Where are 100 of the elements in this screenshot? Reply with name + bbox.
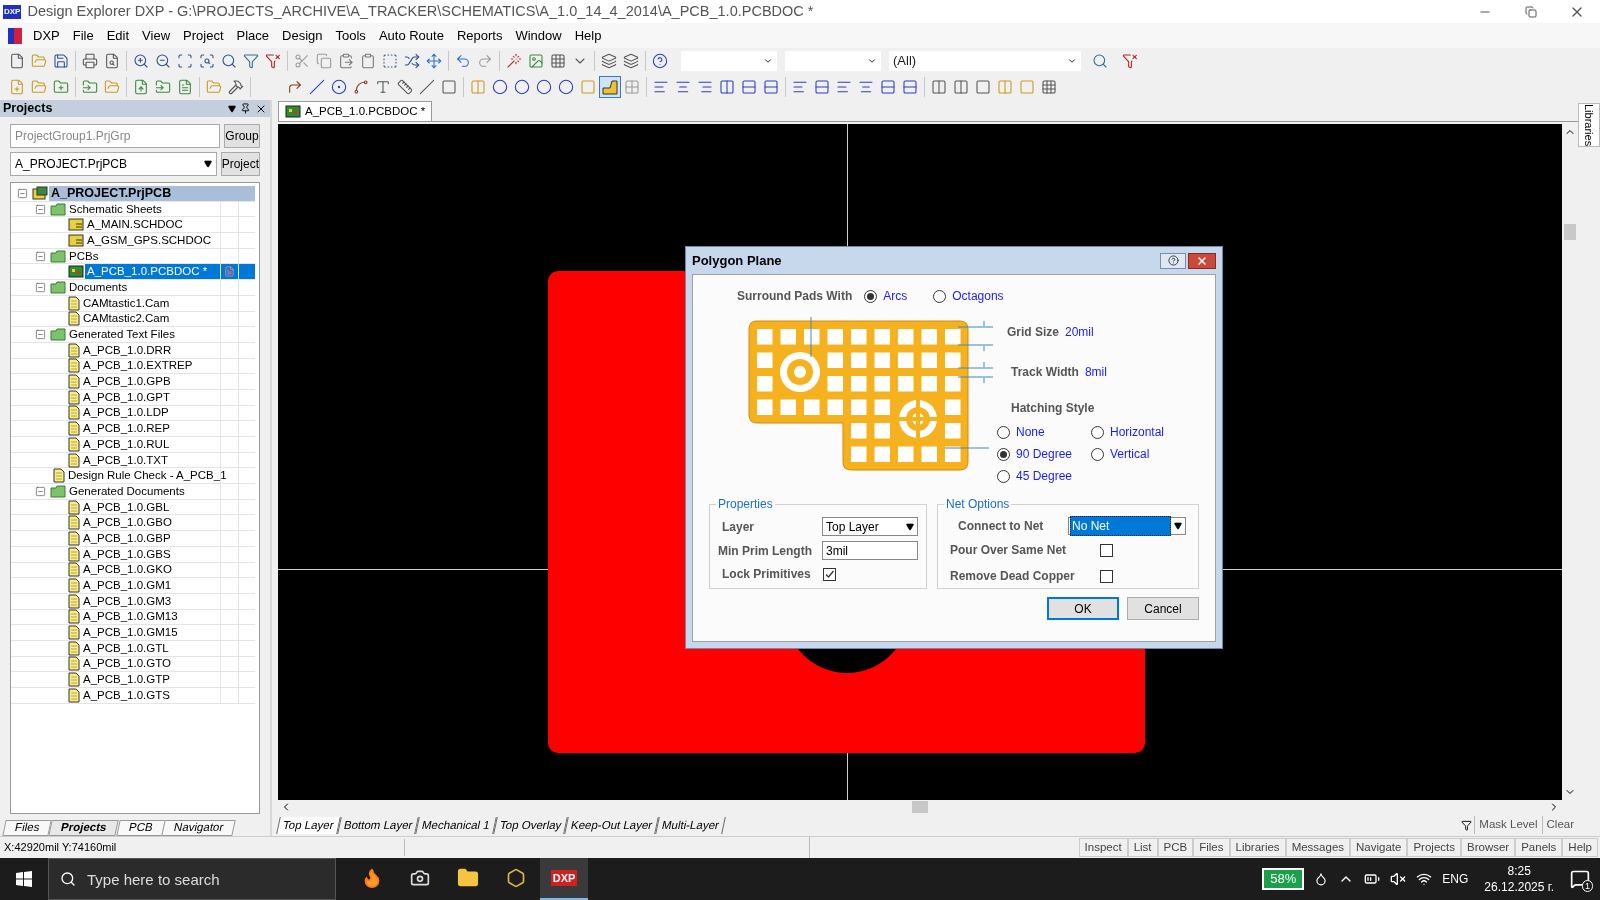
file-arrow-icon[interactable] [133, 79, 149, 95]
language-indicator[interactable]: ENG [1442, 870, 1469, 888]
tree-item[interactable]: A_PCB_1.0.REP [81, 421, 220, 437]
help-button[interactable] [1160, 252, 1186, 269]
taskbar-app[interactable]: DXP [540, 858, 588, 900]
menu-item[interactable]: Help [568, 25, 608, 46]
taskbar-search-field[interactable]: Type here to search [48, 858, 336, 900]
tree-item[interactable]: Schematic Sheets [67, 201, 220, 217]
scrollbar-thumb[interactable] [1564, 224, 1576, 240]
align-center-icon[interactable] [675, 79, 691, 95]
grid-icon[interactable] [550, 53, 566, 69]
menu-item[interactable]: Project [177, 25, 230, 46]
panel-button[interactable]: Projects [1407, 837, 1461, 858]
scrollbar-thumb[interactable] [912, 801, 928, 813]
line-icon[interactable] [309, 79, 325, 95]
filter-icon[interactable] [1461, 819, 1473, 831]
spacing-icon[interactable] [741, 79, 757, 95]
circle-icon[interactable] [558, 79, 574, 95]
battery-icon[interactable] [1364, 871, 1381, 887]
dialog-button[interactable]: OK [1047, 597, 1119, 620]
tree-item[interactable]: A_PCB_1.0.GTP [81, 672, 220, 688]
checkbox[interactable] [822, 567, 836, 581]
menu-item[interactable]: Tools [329, 25, 372, 46]
menu-item[interactable]: Auto Route [372, 25, 450, 46]
panel-tab[interactable]: PCB [115, 820, 166, 836]
printer-icon[interactable] [82, 53, 98, 69]
wifi-icon[interactable] [1416, 871, 1433, 887]
layers-icon[interactable] [601, 53, 617, 69]
tree-item[interactable]: A_PROJECT.PrjPCB [49, 185, 255, 201]
close-button[interactable] [1188, 252, 1216, 269]
tree-item[interactable]: A_PCB_1.0.DRR [81, 342, 220, 358]
tree-item[interactable]: A_PCB_1.0.PCBDOC * [85, 264, 220, 280]
tree-item[interactable]: Generated Documents [67, 483, 220, 499]
center-icon[interactable] [858, 79, 874, 95]
search-icon[interactable] [221, 53, 237, 69]
image-icon[interactable] [528, 53, 544, 69]
folder-arrow-icon[interactable] [82, 79, 98, 95]
dimension-icon[interactable] [419, 79, 435, 95]
save-icon[interactable] [53, 53, 69, 69]
collapse-toggle-icon[interactable] [35, 250, 46, 262]
distribute-icon[interactable] [719, 79, 735, 95]
tree-item[interactable]: A_PCB_1.0.GTS [81, 687, 220, 703]
clipboard-icon[interactable] [360, 53, 376, 69]
tree-item[interactable]: A_GSM_GPS.SCHDOC [85, 232, 220, 248]
dropdown-icon[interactable] [228, 104, 236, 113]
tree-item[interactable]: Documents [67, 279, 220, 295]
search-icon[interactable] [1092, 53, 1108, 69]
new-folder-icon[interactable] [53, 79, 69, 95]
tree-item[interactable]: A_PCB_1.0.GM13 [81, 609, 220, 625]
tree-item[interactable]: A_PCB_1.0.GM1 [81, 578, 220, 594]
pad-icon[interactable] [331, 79, 347, 95]
tree-item[interactable]: A_PCB_1.0.GTL [81, 640, 220, 656]
tree-item[interactable]: A_MAIN.SCHDOC [85, 217, 220, 233]
help-icon[interactable] [652, 53, 668, 69]
tree-item[interactable]: A_PCB_1.0.GBP [81, 530, 220, 546]
radio-button[interactable] [997, 447, 1010, 461]
tree-item[interactable]: A_PCB_1.0.GTO [81, 656, 220, 672]
file-icon[interactable] [177, 79, 193, 95]
tree-item[interactable]: A_PCB_1.0.GM3 [81, 593, 220, 609]
drop-icon[interactable] [1314, 872, 1329, 886]
radio-button[interactable] [933, 289, 947, 303]
pcb-canvas[interactable] [278, 124, 1562, 800]
component-icon[interactable] [931, 79, 947, 95]
filter-combo[interactable]: (All) [889, 51, 1081, 71]
tree-item[interactable]: A_PCB_1.0.RUL [81, 436, 220, 452]
panel-button[interactable]: Navigate [1350, 837, 1408, 858]
panel-button[interactable]: List [1127, 837, 1158, 858]
checkbox[interactable] [1100, 569, 1113, 583]
coordinate-icon[interactable] [397, 79, 413, 95]
panel-button[interactable]: PCB [1157, 837, 1194, 858]
menu-item[interactable]: Place [230, 25, 276, 46]
track-icon[interactable] [287, 79, 303, 95]
collapse-toggle-icon[interactable] [35, 329, 46, 341]
align-right-icon[interactable] [697, 79, 713, 95]
libraries-tab[interactable]: Libraries [1577, 103, 1600, 148]
layers-icon[interactable] [623, 53, 639, 69]
collapse-toggle-icon[interactable] [35, 203, 46, 215]
zoom-out-icon[interactable] [155, 53, 171, 69]
layer-tab[interactable]: Bottom Layer [336, 816, 419, 834]
folder-arrow-icon[interactable] [155, 79, 171, 95]
radio-button[interactable] [1091, 447, 1104, 461]
spacing-icon[interactable] [880, 79, 896, 95]
pin-icon[interactable] [240, 103, 251, 114]
menu-item[interactable]: Reports [450, 25, 509, 46]
preview-icon[interactable] [104, 53, 120, 69]
copy-icon[interactable] [316, 53, 332, 69]
menu-item[interactable]: File [66, 25, 100, 46]
spacing-icon[interactable] [902, 79, 918, 95]
radio-button[interactable] [1091, 425, 1104, 439]
volume-muted-icon[interactable] [1390, 871, 1407, 887]
project-group-field[interactable]: ProjectGroup1.PrjGrp [10, 124, 220, 148]
collapse-toggle-icon[interactable] [35, 281, 46, 293]
fill-icon[interactable] [441, 79, 457, 95]
undo-icon[interactable] [455, 53, 471, 69]
arc-icon[interactable] [514, 79, 530, 95]
spacing-icon[interactable] [814, 79, 830, 95]
windows-logo-icon[interactable] [16, 871, 32, 887]
min-prim-length-field[interactable]: 3mil [822, 541, 918, 560]
tree-item[interactable]: A_PCB_1.0.EXTREP [81, 358, 220, 374]
restore-icon[interactable] [1525, 5, 1537, 18]
